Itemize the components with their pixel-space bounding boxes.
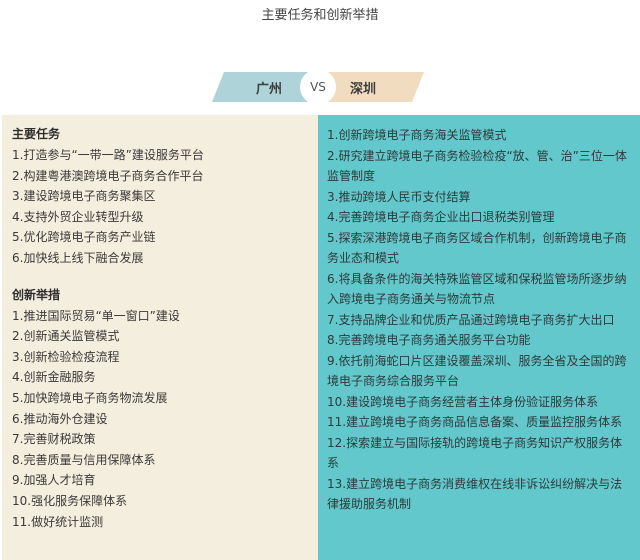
shenzhen-panel: 1.创新跨境电子商务海关监管模式 2.研究建立跨境电子商务检验检疫“放、管、治”… [318,115,640,560]
innovation-item: 3.创新检验检疫流程 [12,349,120,364]
shenzhen-label: 深圳 [350,82,377,97]
shenzhen-item: 9.依托前海蛇口片区建设覆盖深圳、服务全省及全国的跨境电子商务综合服务平台 [327,353,627,389]
shenzhen-item: 11.建立跨境电子商务商品信息备案、质量监控服务体系 [327,415,623,429]
vs-badge: VS [300,69,336,105]
task-item: 5.优化跨境电子商务产业链 [12,230,156,245]
innovation-heading: 创新举措 [12,287,61,302]
task-item: 4.支持外贸企业转型升级 [12,209,144,224]
shenzhen-item: 3.推动跨境人民币支付结算 [327,189,471,204]
innovation-item: 4.创新金融服务 [12,370,96,385]
comparison-banner: 广州 深圳 VS [212,69,424,105]
innovation-item: 1.推进国际贸易“单一窗口”建设 [12,308,180,323]
page-title: 主要任务和创新举措 [261,8,379,23]
innovation-item: 10.强化服务保障体系 [12,493,128,508]
innovation-item: 5.加快跨境电子商务物流发展 [12,390,168,405]
shenzhen-item: 12.探索建立与国际接轨的跨境电子商务知识产权服务体系 [327,435,623,471]
shenzhen-item: 7.支持品牌企业和优质产品通过跨境电子商务扩大出口 [327,312,615,327]
shenzhen-item: 4.完善跨境电子商务企业出口退税类别管理 [327,210,555,224]
shenzhen-item: 1.创新跨境电子商务海关监管模式 [327,128,507,142]
innovation-item: 7.完善财税政策 [12,432,96,447]
shenzhen-item: 6.将具备条件的海关特殊监管区域和保税监管场所逐步纳入跨境电子商务通关与物流节点 [327,271,627,307]
innovation-item: 11.做好统计监测 [12,514,104,529]
shenzhen-item: 5.探索深港跨境电子商务区域合作机制，创新跨境电子商务业态和模式 [327,230,627,266]
innovation-item: 8.完善质量与信用保障体系 [12,452,156,467]
shenzhen-item: 13.建立跨境电子商务消费维权在线非诉讼纠纷解决与法律援助服务机制 [327,476,623,512]
innovation-item: 9.加强人才培育 [12,473,96,488]
guangzhou-label: 广州 [256,82,283,97]
task-item: 2.构建粤港澳跨境电子商务合作平台 [12,168,204,183]
shenzhen-item: 2.研究建立跨境电子商务检验检疫“放、管、治”三位一体监管制度 [327,148,627,184]
shenzhen-item: 8.完善跨境电子商务通关服务平台功能 [327,333,531,347]
tasks-heading: 主要任务 [12,127,61,141]
task-item: 3.建设跨境电子商务聚集区 [12,189,156,204]
shenzhen-item: 10.建设跨境电子商务经营者主体身份验证服务体系 [327,394,599,409]
innovation-item: 2.创新通关监管模式 [12,329,120,344]
innovation-item: 6.推动海外仓建设 [12,411,108,426]
guangzhou-panel: 主要任务 1.打造参与“一带一路”建设服务平台 2.构建粤港澳跨境电子商务合作平… [2,115,318,560]
task-item: 6.加快线上线下融合发展 [12,250,144,265]
task-item: 1.打造参与“一带一路”建设服务平台 [12,148,204,162]
